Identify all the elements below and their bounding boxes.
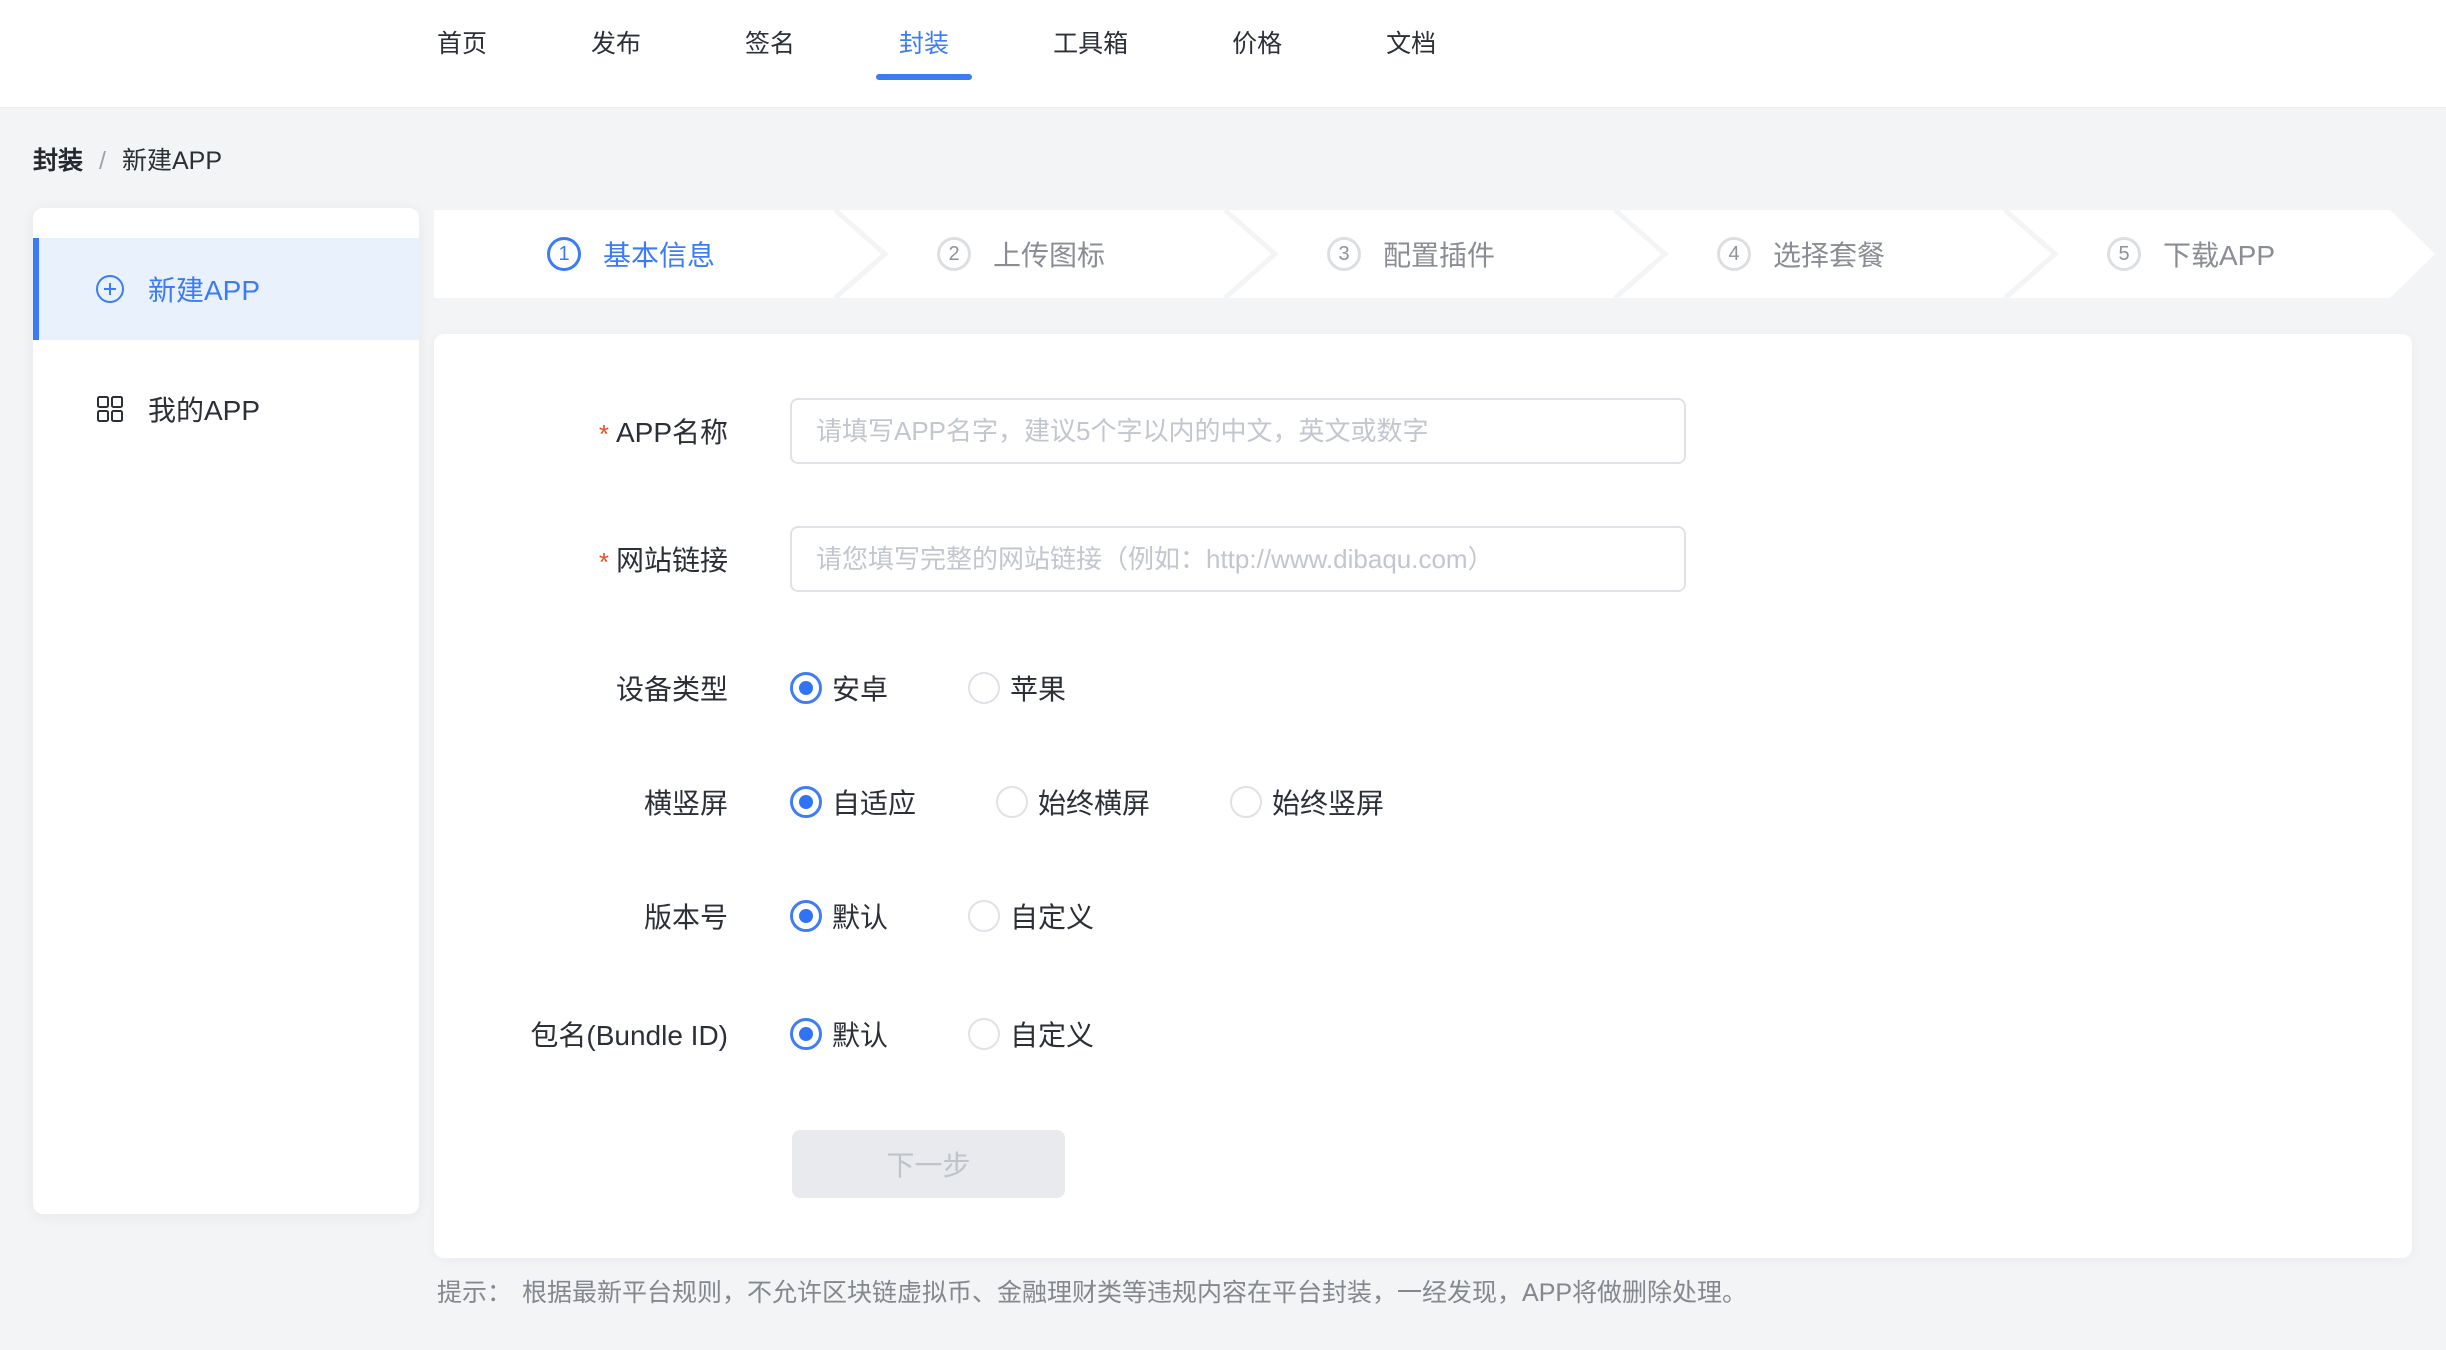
radio-option-bundle-custom[interactable]: 自定义	[968, 1014, 1094, 1054]
required-mark: *	[599, 547, 609, 577]
form-row-bundle-id: 包名(Bundle ID) 默认 自定义	[434, 1018, 2412, 1050]
form-row-orientation: 横竖屏 自适应 始终横屏 始终竖屏	[434, 786, 2412, 818]
step-basic-info: 1 基本信息	[547, 210, 715, 298]
breadcrumb-parent[interactable]: 封装	[33, 147, 83, 175]
tip-prefix: 提示：	[437, 1279, 512, 1307]
nav-item-pricing[interactable]: 价格	[1232, 30, 1282, 80]
step-number-badge: 3	[1327, 237, 1361, 271]
sidebar-item-label: 新建APP	[148, 269, 260, 309]
radio-unchecked-icon	[968, 672, 1000, 704]
step-number-badge: 5	[2107, 237, 2141, 271]
step-number-badge: 2	[937, 237, 971, 271]
step-upload-icon: 2 上传图标	[937, 210, 1105, 298]
step-label: 基本信息	[603, 234, 715, 274]
step-wizard: 1 基本信息 2 上传图标 3 配置插件 4 选择套餐 5 下载APP	[434, 210, 2435, 298]
sidebar-item-my-apps[interactable]: 我的APP	[33, 358, 419, 460]
sidebar-item-label: 我的APP	[148, 389, 260, 429]
step-download-app: 5 下载APP	[2107, 210, 2275, 298]
breadcrumb: 封装 / 新建APP	[33, 147, 222, 175]
nav-item-home[interactable]: 首页	[437, 30, 487, 80]
basic-info-form-card: *APP名称 *网站链接 设备类型 安卓 苹果 横竖屏	[434, 334, 2412, 1258]
nav-item-toolbox[interactable]: 工具箱	[1053, 30, 1128, 80]
step-label: 上传图标	[993, 234, 1105, 274]
step-label: 配置插件	[1383, 234, 1495, 274]
radio-option-version-default[interactable]: 默认	[790, 896, 888, 936]
radio-option-always-portrait[interactable]: 始终竖屏	[1230, 782, 1384, 822]
radio-unchecked-icon	[968, 1018, 1000, 1050]
circle-plus-icon	[95, 274, 125, 304]
radio-option-adaptive[interactable]: 自适应	[790, 782, 916, 822]
form-row-app-name: *APP名称	[434, 398, 2412, 464]
radio-unchecked-icon	[968, 900, 1000, 932]
orientation-label: 横竖屏	[434, 782, 728, 822]
step-label: 选择套餐	[1773, 234, 1885, 274]
step-number-badge: 1	[547, 237, 581, 271]
form-row-device-type: 设备类型 安卓 苹果	[434, 672, 2412, 704]
platform-rule-tip: 提示： 根据最新平台规则，不允许区块链虚拟币、金融理财类等违规内容在平台封装，一经…	[437, 1278, 1747, 1308]
step-configure-plugins: 3 配置插件	[1327, 210, 1495, 298]
main-nav: 首页 发布 签名 封装 工具箱 价格 文档	[437, 30, 1436, 80]
site-url-label: *网站链接	[434, 539, 728, 579]
radio-checked-icon	[790, 786, 822, 818]
nav-item-package[interactable]: 封装	[899, 30, 949, 80]
breadcrumb-current: 新建APP	[122, 147, 222, 175]
radio-option-version-custom[interactable]: 自定义	[968, 896, 1094, 936]
radio-option-bundle-default[interactable]: 默认	[790, 1014, 888, 1054]
radio-checked-icon	[790, 1018, 822, 1050]
app-name-input[interactable]	[790, 398, 1686, 464]
top-header: 首页 发布 签名 封装 工具箱 价格 文档	[0, 0, 2446, 108]
radio-checked-icon	[790, 672, 822, 704]
nav-item-docs[interactable]: 文档	[1386, 30, 1436, 80]
device-type-label: 设备类型	[434, 668, 728, 708]
version-label: 版本号	[434, 896, 728, 936]
next-step-button[interactable]: 下一步	[792, 1130, 1065, 1198]
nav-item-sign[interactable]: 签名	[745, 30, 795, 80]
step-number-badge: 4	[1717, 237, 1751, 271]
bundle-id-label: 包名(Bundle ID)	[434, 1014, 728, 1054]
radio-option-ios[interactable]: 苹果	[968, 668, 1066, 708]
app-name-label: *APP名称	[434, 411, 728, 451]
sidebar: 新建APP 我的APP	[33, 208, 419, 1214]
site-url-input[interactable]	[790, 526, 1686, 592]
step-choose-plan: 4 选择套餐	[1717, 210, 1885, 298]
radio-unchecked-icon	[996, 786, 1028, 818]
nav-item-publish[interactable]: 发布	[591, 30, 641, 80]
tip-text: 根据最新平台规则，不允许区块链虚拟币、金融理财类等违规内容在平台封装，一经发现，…	[522, 1279, 1747, 1307]
sidebar-item-new-app[interactable]: 新建APP	[33, 238, 419, 340]
breadcrumb-separator: /	[99, 147, 106, 175]
grid-icon	[95, 394, 125, 424]
form-row-site-url: *网站链接	[434, 526, 2412, 592]
required-mark: *	[599, 419, 609, 449]
form-row-version: 版本号 默认 自定义	[434, 900, 2412, 932]
radio-option-always-landscape[interactable]: 始终横屏	[996, 782, 1150, 822]
radio-checked-icon	[790, 900, 822, 932]
step-label: 下载APP	[2163, 234, 2275, 274]
radio-unchecked-icon	[1230, 786, 1262, 818]
radio-option-android[interactable]: 安卓	[790, 668, 888, 708]
